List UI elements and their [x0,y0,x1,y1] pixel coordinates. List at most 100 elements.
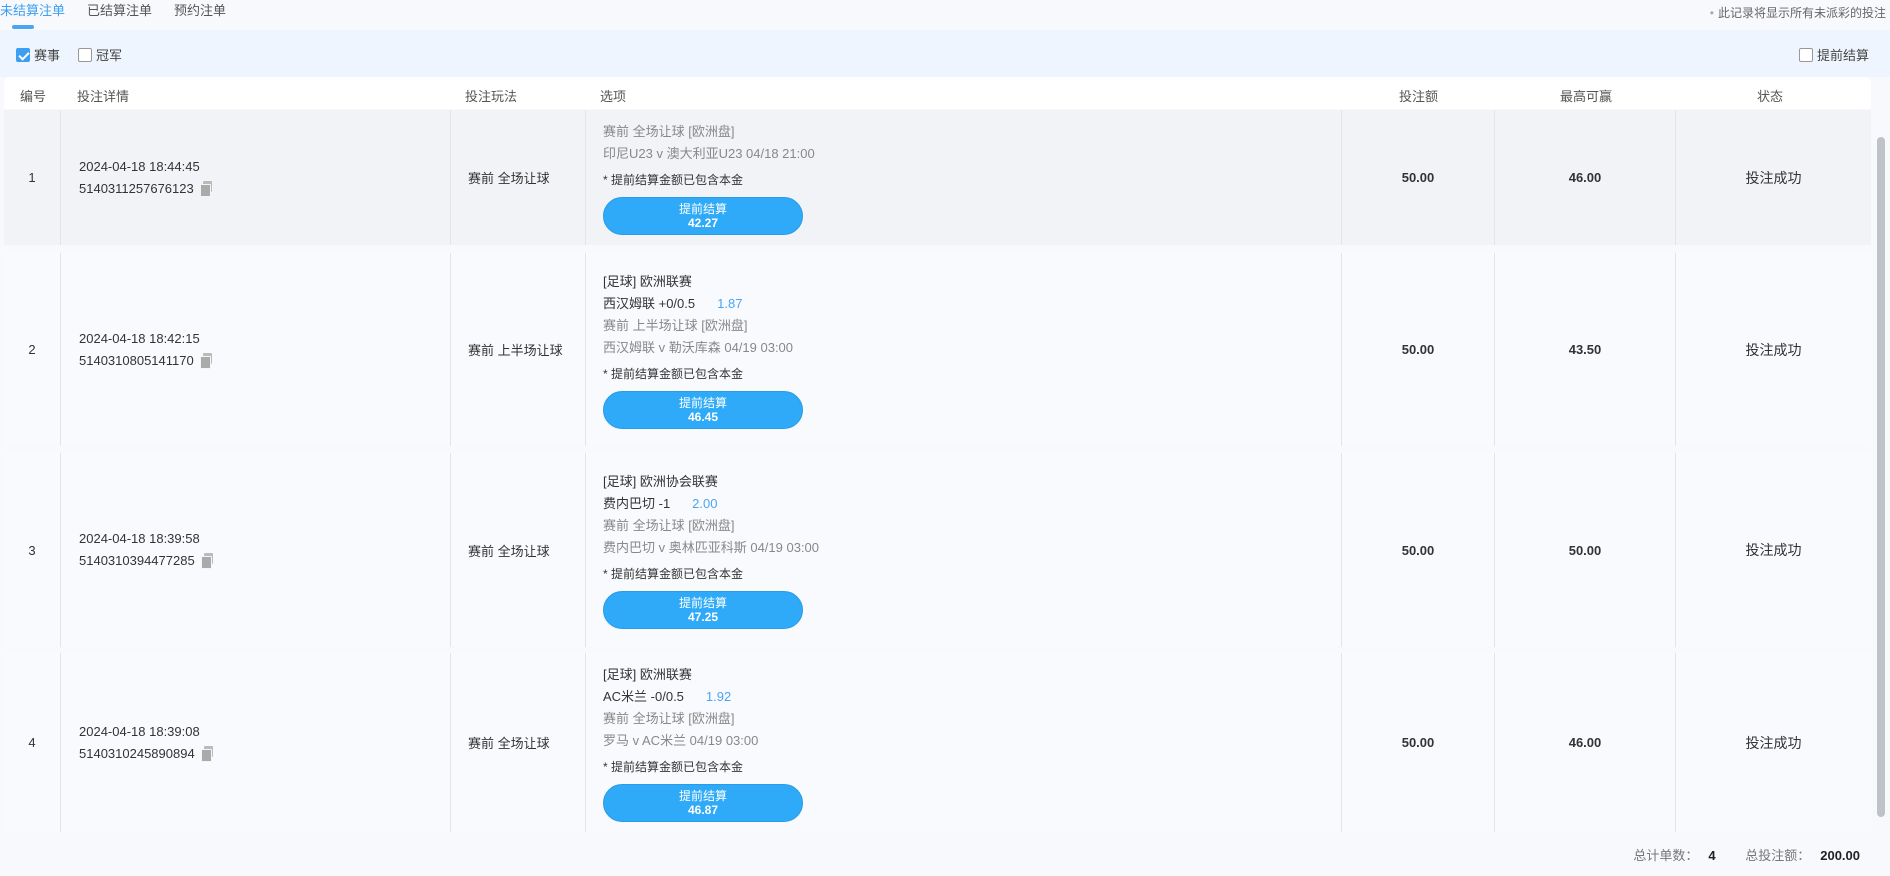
status-cell: 投注成功 [1675,653,1871,832]
row-number: 3 [28,542,36,558]
checkbox-icon [78,47,92,62]
status-cell: 投注成功 [1675,453,1871,647]
header-option: 选项 [600,89,627,104]
total-value: 200.00 [1820,848,1860,863]
info-note: 此记录将显示所有未派彩的投注 [1710,4,1886,21]
status: 投注成功 [1745,341,1802,358]
cashout-button[interactable]: 提前结算 42.27 [603,196,803,235]
cashout-button[interactable]: 提前结算 47.25 [603,591,803,629]
tab-bar: 未结算注单 已结算注单 预约注单 [0,0,248,30]
stake: 50.00 [1401,170,1435,185]
league: [足球] 欧洲联赛 [603,273,692,289]
table-row: 2 2024-04-18 18:42:15 5140310805141170 赛前… [4,253,1871,446]
count-value: 4 [1708,848,1716,863]
max-win: 46.00 [1568,735,1602,750]
checkbox-checked-icon [16,47,30,62]
bet-time: 2024-04-18 18:39:08 [79,723,200,739]
row-number-cell: 3 [4,453,60,647]
maxwin-cell: 46.00 [1494,110,1675,245]
filter-bar: 赛事 冠军 提前结算 [0,30,1890,77]
match-info: 西汉姆联 v 勒沃库森 04/19 03:00 [603,339,794,355]
odds: 1.87 [717,295,743,311]
maxwin-cell: 43.50 [1494,253,1675,446]
table-row: 1 2024-04-18 18:44:45 5140311257676123 赛前… [4,110,1871,245]
market: 赛前 全场让球 [欧洲盘] [603,123,735,139]
header-stake: 投注额 [1399,89,1439,104]
summary-footer: 总计单数： 4 总投注额： 200.00 [1633,845,1860,864]
cashout-note: * 提前结算金额已包含本金 [603,172,744,187]
bet-type-cell: 赛前 全场让球 [450,453,585,647]
bet-id: 5140311257676123 [79,180,194,196]
option-cell: [足球] 欧洲联赛 AC米兰 -0/0.5 1.92 赛前 全场让球 [欧洲盘] 罗马 … [585,653,1341,832]
header-num: 编号 [20,89,47,104]
cashout-button[interactable]: 提前结算 46.87 [603,783,803,822]
cashout-filter-checkbox[interactable]: 提前结算 [1799,45,1869,64]
max-win: 43.50 [1568,342,1602,357]
stake: 50.00 [1401,735,1435,750]
cashout-amount: 42.27 [687,215,719,230]
row-number-cell: 2 [4,253,60,446]
maxwin-cell: 46.00 [1494,653,1675,832]
bet-type-cell: 赛前 上半场让球 [450,253,585,446]
bets-table: 编号 投注详情 投注玩法 选项 投注额 最高可赢 状态 1 2024-04-18… [4,77,1871,832]
stake: 50.00 [1401,542,1435,558]
pick: 西汉姆联 +0/0.5 [603,295,696,311]
header-maxwin: 最高可赢 [1560,89,1613,104]
odds: 2.00 [692,496,718,511]
copy-icon[interactable] [200,745,213,762]
cashout-button-label: 提前结算 [678,596,727,610]
cashout-amount: 46.87 [687,802,719,817]
champion-label: 冠军 [96,48,123,63]
match-info: 印尼U23 v 澳大利亚U23 04/18 21:00 [603,145,815,161]
tab-settled[interactable]: 已结算注单 [87,0,152,30]
cashout-button-label: 提前结算 [678,201,727,216]
count-label: 总计单数： [1633,848,1699,863]
tab-reserved[interactable]: 预约注单 [174,0,226,30]
copy-icon[interactable] [199,352,212,369]
cashout-button[interactable]: 提前结算 46.45 [603,390,803,429]
bet-type-cell: 赛前 全场让球 [450,110,585,245]
scrollbar[interactable] [1877,137,1885,817]
header-detail: 投注详情 [77,89,130,104]
detail-cell: 2024-04-18 18:42:15 5140310805141170 [60,253,450,446]
table-row: 3 2024-04-18 18:39:58 5140310394477285 赛前… [4,453,1871,647]
bet-id: 5140310245890894 [79,745,195,761]
bet-time: 2024-04-18 18:44:45 [79,158,200,174]
stake: 50.00 [1401,342,1435,357]
status-cell: 投注成功 [1675,110,1871,245]
tab-unsettled[interactable]: 未结算注单 [0,0,65,30]
max-win: 50.00 [1568,542,1602,558]
bet-time: 2024-04-18 18:42:15 [79,330,200,346]
total-label: 总投注额： [1745,848,1811,863]
cashout-button-label: 提前结算 [678,395,727,410]
bet-type: 赛前 全场让球 [468,736,550,751]
status: 投注成功 [1745,542,1802,558]
bet-type: 赛前 全场让球 [468,543,550,559]
market: 赛前 上半场让球 [欧洲盘] [603,317,748,333]
cashout-filter-label: 提前结算 [1817,48,1870,63]
event-checkbox[interactable]: 赛事 [16,45,60,64]
stake-cell: 50.00 [1341,653,1494,832]
champion-checkbox[interactable]: 冠军 [78,45,122,64]
detail-cell: 2024-04-18 18:44:45 5140311257676123 [60,110,450,245]
league: [足球] 欧洲协会联赛 [603,474,718,489]
copy-icon[interactable] [199,180,212,197]
maxwin-cell: 50.00 [1494,453,1675,647]
option-cell: 赛前 全场让球 [欧洲盘] 印尼U23 v 澳大利亚U23 04/18 21:00… [585,110,1341,245]
event-label: 赛事 [34,48,61,63]
status-cell: 投注成功 [1675,253,1871,446]
option-cell: [足球] 欧洲联赛 西汉姆联 +0/0.5 1.87 赛前 上半场让球 [欧洲盘] 西汉… [585,253,1341,446]
row-number-cell: 1 [4,110,60,245]
cashout-note: * 提前结算金额已包含本金 [603,567,744,581]
checkbox-icon [1799,47,1813,62]
header-type: 投注玩法 [465,89,518,104]
cashout-amount: 46.45 [687,409,719,424]
copy-icon[interactable] [200,553,213,569]
league: [足球] 欧洲联赛 [603,666,692,682]
stake-cell: 50.00 [1341,110,1494,245]
cashout-amount: 47.25 [687,610,719,624]
detail-cell: 2024-04-18 18:39:08 5140310245890894 [60,653,450,832]
table-row: 4 2024-04-18 18:39:08 5140310245890894 赛前… [4,653,1871,832]
bet-type: 赛前 上半场让球 [468,343,563,358]
bet-time: 2024-04-18 18:39:58 [79,531,200,546]
